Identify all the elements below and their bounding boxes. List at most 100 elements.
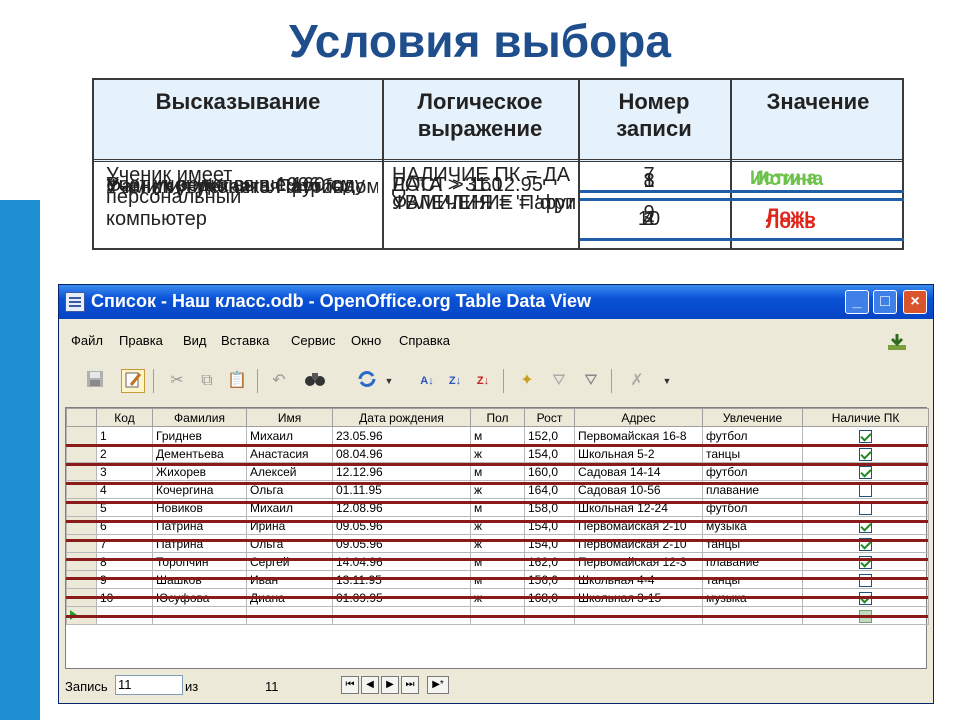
column-header[interactable]: Рост	[524, 408, 575, 427]
sex-cell[interactable]: м	[470, 552, 525, 571]
birth-date-cell[interactable]: 09.05.96	[332, 534, 471, 553]
minimize-button[interactable]: _	[845, 290, 869, 314]
height-cell[interactable]: 152,0	[524, 426, 575, 445]
height-cell[interactable]: 154,0	[524, 534, 575, 553]
new-record-button[interactable]: ▶*	[427, 676, 449, 694]
birth-date-cell[interactable]: 23.05.96	[332, 426, 471, 445]
menu-edit[interactable]: Правка	[119, 333, 163, 348]
name-cell[interactable]: Анастасия	[246, 444, 333, 463]
code-cell[interactable]: 8	[96, 552, 153, 571]
row-selector[interactable]	[66, 534, 97, 553]
address-cell[interactable]: Первомайская 2-10	[574, 534, 703, 553]
column-header[interactable]: Фамилия	[152, 408, 247, 427]
maximize-button[interactable]: □	[873, 290, 897, 314]
column-header[interactable]: Наличие ПК	[802, 408, 929, 427]
name-cell[interactable]: Михаил	[246, 426, 333, 445]
refresh-icon[interactable]	[355, 369, 379, 393]
record-number: 3	[643, 170, 655, 192]
checkbox-checked-icon[interactable]	[859, 447, 872, 461]
code-cell[interactable]: 7	[96, 534, 153, 553]
code-cell[interactable]: 2	[96, 444, 153, 463]
table-row[interactable]: 8 Торопчин Сергей 14.04.96 м 162,0 Первомайска…	[66, 552, 929, 571]
height-cell[interactable]: 162,0	[524, 552, 575, 571]
dropdown-icon[interactable]: ▼	[377, 369, 401, 393]
name-cell[interactable]: Ольга	[246, 534, 333, 553]
row-selector[interactable]	[66, 552, 97, 571]
hobby-cell[interactable]: плавание	[702, 552, 803, 571]
column-header[interactable]: Код	[96, 408, 153, 427]
sort-descending-icon[interactable]: Z↓	[443, 369, 467, 393]
paste-icon[interactable]: 📋	[225, 369, 249, 393]
checkbox-checked-icon[interactable]	[859, 429, 872, 443]
sort-ascending-icon[interactable]: A↓	[415, 369, 439, 393]
hobby-cell[interactable]: танцы	[702, 534, 803, 553]
column-header[interactable]: Имя	[246, 408, 333, 427]
last-record-button[interactable]: ⏭	[401, 676, 419, 694]
has-pc-cell[interactable]	[802, 444, 929, 463]
birth-date-cell[interactable]: 08.04.96	[332, 444, 471, 463]
column-header[interactable]: Пол	[470, 408, 525, 427]
window-titlebar[interactable]: Список - Наш класс.odb - OpenOffice.org …	[59, 285, 933, 319]
surname-cell[interactable]: Торопчин	[152, 552, 247, 571]
surname-cell[interactable]: Дементьева	[152, 444, 247, 463]
surname-cell[interactable]: Патрина	[152, 534, 247, 553]
column-header[interactable]: Увлечение	[702, 408, 803, 427]
previous-record-button[interactable]: ◀	[361, 676, 379, 694]
checkbox-unchecked-icon[interactable]	[859, 573, 872, 587]
first-record-button[interactable]: ⏮	[341, 676, 359, 694]
menu-window[interactable]: Окно	[351, 333, 381, 348]
checkbox-checked-icon[interactable]	[859, 465, 872, 479]
table-row[interactable]: 2 Дементьева Анастасия 08.04.96 ж 154,0 Школьн…	[66, 444, 929, 463]
hobby-cell[interactable]: танцы	[702, 444, 803, 463]
find-icon[interactable]	[303, 369, 327, 393]
table-row[interactable]: 1 Гриднев Михаил 23.05.96 м 152,0 Первомайская…	[66, 426, 929, 445]
birth-date-cell[interactable]: 14.04.96	[332, 552, 471, 571]
column-header[interactable]: Адрес	[574, 408, 703, 427]
sex-cell[interactable]: м	[470, 426, 525, 445]
statement-text: Ученик увлекается футболом	[106, 176, 378, 198]
sex-cell[interactable]: ж	[470, 534, 525, 553]
column-header[interactable]: Дата рождения	[332, 408, 471, 427]
code-cell[interactable]: 1	[96, 426, 153, 445]
row-selector[interactable]	[66, 444, 97, 463]
name-cell[interactable]: Сергей	[246, 552, 333, 571]
close-button[interactable]: ×	[903, 290, 927, 314]
record-number-input[interactable]: 11	[115, 675, 183, 695]
address-cell[interactable]: Первомайская 16-8	[574, 426, 703, 445]
table-row[interactable]: 7 Патрина Ольга 09.05.96 ж 154,0 Первомайская …	[66, 534, 929, 553]
row-selector-header[interactable]	[66, 408, 97, 427]
hobby-cell[interactable]: футбол	[702, 426, 803, 445]
address-cell[interactable]: Школьная 5-2	[574, 444, 703, 463]
has-pc-cell[interactable]	[802, 552, 929, 571]
checkbox-unchecked-icon[interactable]	[859, 483, 872, 497]
row-selector[interactable]	[66, 426, 97, 445]
copy-icon[interactable]: ⧉	[195, 369, 219, 393]
undo-icon[interactable]: ↶	[267, 369, 291, 393]
height-cell[interactable]: 154,0	[524, 444, 575, 463]
next-record-button[interactable]: ▶	[381, 676, 399, 694]
record-navigation-bar: Запись 11 из 11 ⏮ ◀ ▶ ⏭ ▶*	[59, 671, 933, 701]
slide: Условия выбора Высказывание Логическое в…	[0, 0, 960, 720]
save-icon[interactable]	[83, 369, 107, 393]
sort-icon[interactable]: Z↓	[471, 369, 495, 393]
menu-help[interactable]: Справка	[399, 333, 450, 348]
more-icon[interactable]: ▼	[655, 369, 679, 393]
sex-cell[interactable]: ж	[470, 444, 525, 463]
remove-filter-icon[interactable]: ✗	[625, 369, 649, 393]
autofilter-icon[interactable]: ✦	[515, 369, 539, 393]
menu-tools[interactable]: Сервис	[291, 333, 336, 348]
has-pc-cell[interactable]	[802, 534, 929, 553]
menu-view[interactable]: Вид	[183, 333, 207, 348]
menu-insert[interactable]: Вставка	[221, 333, 269, 348]
empty-cell	[471, 625, 525, 643]
filter-icon[interactable]: ⛛	[579, 369, 603, 393]
edit-icon[interactable]	[121, 369, 145, 393]
cut-icon[interactable]: ✂	[165, 369, 189, 393]
standard-filter-icon[interactable]: ⛛	[547, 369, 571, 393]
surname-cell[interactable]: Гриднев	[152, 426, 247, 445]
download-icon[interactable]	[887, 333, 907, 351]
address-cell[interactable]: Первомайская 12-3	[574, 552, 703, 571]
header-statement: Высказывание	[155, 89, 321, 114]
menu-file[interactable]: Файл	[71, 333, 103, 348]
has-pc-cell[interactable]	[802, 426, 929, 445]
